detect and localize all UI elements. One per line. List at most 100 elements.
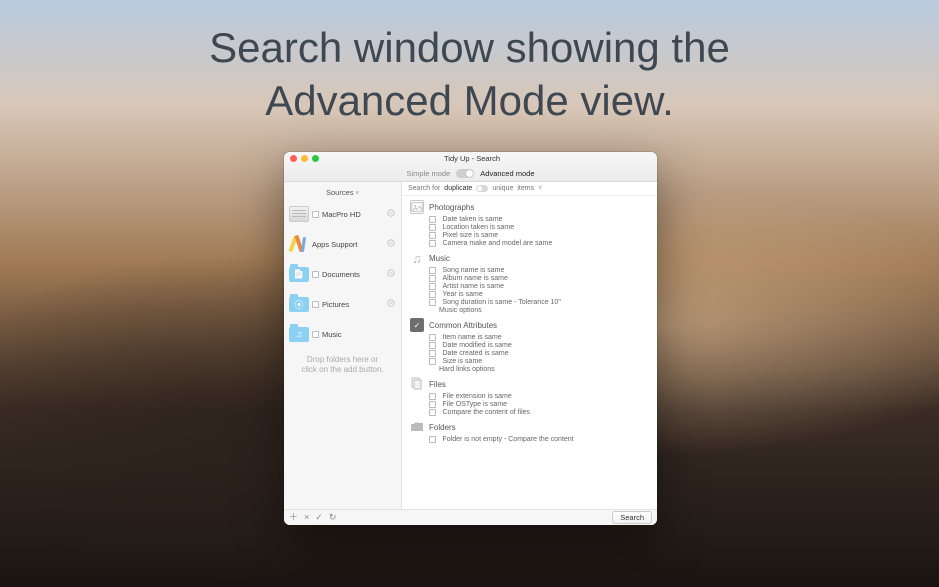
source-label: Pictures bbox=[322, 300, 349, 309]
checkbox[interactable] bbox=[429, 409, 436, 416]
filter-suffix: items bbox=[517, 185, 534, 192]
checkbox[interactable] bbox=[429, 283, 436, 290]
criteria-option[interactable]: Song name is same bbox=[429, 267, 649, 274]
checkbox[interactable] bbox=[429, 350, 436, 357]
eject-icon[interactable] bbox=[387, 239, 395, 249]
sources-sidebar: Sources MacPro HD Apps Support bbox=[284, 182, 402, 509]
music-options-link[interactable]: Music options bbox=[429, 307, 649, 314]
source-label: Apps Support bbox=[312, 240, 357, 249]
folder-section-icon[interactable] bbox=[410, 420, 424, 434]
criteria-option[interactable]: File extension is same bbox=[429, 393, 649, 400]
search-window: Tidy Up - Search Simple mode Advanced mo… bbox=[284, 152, 657, 525]
music-section-icon[interactable]: ♫ bbox=[410, 251, 424, 265]
criteria-option[interactable]: Pixel size is same bbox=[429, 232, 649, 239]
source-checkbox[interactable] bbox=[312, 211, 319, 218]
section-title: Folders bbox=[429, 423, 456, 432]
source-label: MacPro HD bbox=[322, 210, 361, 219]
checkbox[interactable] bbox=[429, 224, 436, 231]
checkbox[interactable] bbox=[429, 334, 436, 341]
criteria-option[interactable]: Folder is not empty - Compare the conten… bbox=[429, 436, 649, 443]
headline-line1: Search window showing the bbox=[0, 22, 939, 75]
section-title: Photographs bbox=[429, 203, 474, 212]
source-checkbox[interactable] bbox=[312, 331, 319, 338]
criteria-option[interactable]: Location taken is same bbox=[429, 224, 649, 231]
drop-hint-line: click on the add button. bbox=[290, 365, 395, 375]
headline-line2: Advanced Mode view. bbox=[0, 75, 939, 128]
section-files: Files File extension is same File OSType… bbox=[410, 377, 649, 416]
source-item-apps[interactable]: Apps Support bbox=[284, 229, 401, 259]
window-title: Tidy Up - Search bbox=[293, 154, 651, 163]
remove-button[interactable]: × bbox=[304, 513, 309, 522]
checkbox[interactable] bbox=[429, 393, 436, 400]
source-checkbox[interactable] bbox=[312, 301, 319, 308]
eject-icon[interactable] bbox=[387, 209, 395, 219]
titlebar: Tidy Up - Search Simple mode Advanced mo… bbox=[284, 152, 657, 182]
folder-documents-icon: 📄 bbox=[289, 267, 309, 282]
criteria-option[interactable]: Date modified is same bbox=[429, 342, 649, 349]
window-footer: ＋ × ✓ ↻ Search bbox=[284, 509, 657, 525]
source-item-macpro[interactable]: MacPro HD bbox=[284, 199, 401, 229]
criteria-option[interactable]: Song duration is same - Tolerance 10" bbox=[429, 299, 649, 306]
checkbox[interactable] bbox=[429, 436, 436, 443]
source-label: Documents bbox=[322, 270, 360, 279]
filter-unique[interactable]: unique bbox=[492, 185, 513, 192]
criteria-option[interactable]: Item name is same bbox=[429, 334, 649, 341]
criteria-option[interactable]: File OSType is same bbox=[429, 401, 649, 408]
section-title: Music bbox=[429, 254, 450, 263]
common-section-icon[interactable]: ✓ bbox=[410, 318, 424, 332]
search-filter-bar: Search for duplicate unique items ˅ bbox=[402, 182, 657, 196]
photo-section-icon[interactable] bbox=[410, 200, 424, 214]
sources-header[interactable]: Sources bbox=[284, 186, 401, 199]
checkbox[interactable] bbox=[429, 401, 436, 408]
eject-icon[interactable] bbox=[387, 269, 395, 279]
criteria-option[interactable]: Size is same bbox=[429, 358, 649, 365]
apps-icon bbox=[289, 234, 309, 254]
drop-hint: Drop folders here or click on the add bu… bbox=[284, 355, 401, 376]
criteria-option[interactable]: Camera make and model are same bbox=[429, 240, 649, 247]
eject-icon[interactable] bbox=[387, 299, 395, 309]
source-item-documents[interactable]: 📄 Documents bbox=[284, 259, 401, 289]
mode-switch[interactable] bbox=[456, 169, 474, 178]
criteria-option[interactable]: Date created is same bbox=[429, 350, 649, 357]
mode-toggle-bar: Simple mode Advanced mode bbox=[284, 166, 657, 181]
criteria-option[interactable]: Artist name is same bbox=[429, 283, 649, 290]
checkbox[interactable] bbox=[429, 358, 436, 365]
confirm-button[interactable]: ✓ bbox=[315, 513, 323, 522]
checkbox[interactable] bbox=[429, 240, 436, 247]
chevron-down-icon[interactable]: ˅ bbox=[538, 185, 542, 192]
source-checkbox[interactable] bbox=[312, 271, 319, 278]
criteria-option[interactable]: Album name is same bbox=[429, 275, 649, 282]
section-music: ♫ Music Song name is same Album name is … bbox=[410, 251, 649, 314]
source-item-pictures[interactable]: ⦿ Pictures bbox=[284, 289, 401, 319]
simple-mode-label[interactable]: Simple mode bbox=[407, 169, 451, 178]
source-item-music[interactable]: ♫ Music bbox=[284, 319, 401, 349]
checkbox[interactable] bbox=[429, 275, 436, 282]
criteria-option[interactable]: Compare the content of files bbox=[429, 409, 649, 416]
section-folders: Folders Folder is not empty - Compare th… bbox=[410, 420, 649, 443]
search-button[interactable]: Search bbox=[612, 511, 652, 524]
folder-pictures-icon: ⦿ bbox=[289, 297, 309, 312]
add-button[interactable]: ＋ bbox=[289, 513, 298, 522]
folder-music-icon: ♫ bbox=[289, 327, 309, 342]
criteria-option[interactable]: Year is same bbox=[429, 291, 649, 298]
criteria-option[interactable]: Date taken is same bbox=[429, 216, 649, 223]
section-photographs: Photographs Date taken is same Location … bbox=[410, 200, 649, 247]
drop-hint-line: Drop folders here or bbox=[290, 355, 395, 365]
hardlinks-options-link[interactable]: Hard links options bbox=[429, 366, 649, 373]
section-common: ✓ Common Attributes Item name is same Da… bbox=[410, 318, 649, 373]
checkbox[interactable] bbox=[429, 291, 436, 298]
duplicate-unique-switch[interactable] bbox=[476, 185, 488, 192]
criteria-panel: Search for duplicate unique items ˅ bbox=[402, 182, 657, 509]
section-title: Files bbox=[429, 380, 446, 389]
checkbox[interactable] bbox=[429, 342, 436, 349]
files-section-icon[interactable] bbox=[410, 377, 424, 391]
checkbox[interactable] bbox=[429, 267, 436, 274]
checkbox[interactable] bbox=[429, 216, 436, 223]
checkbox[interactable] bbox=[429, 299, 436, 306]
filter-duplicate[interactable]: duplicate bbox=[444, 185, 472, 192]
harddrive-icon bbox=[289, 206, 309, 222]
page-headline: Search window showing the Advanced Mode … bbox=[0, 22, 939, 127]
advanced-mode-label[interactable]: Advanced mode bbox=[480, 169, 534, 178]
checkbox[interactable] bbox=[429, 232, 436, 239]
refresh-button[interactable]: ↻ bbox=[329, 513, 337, 522]
